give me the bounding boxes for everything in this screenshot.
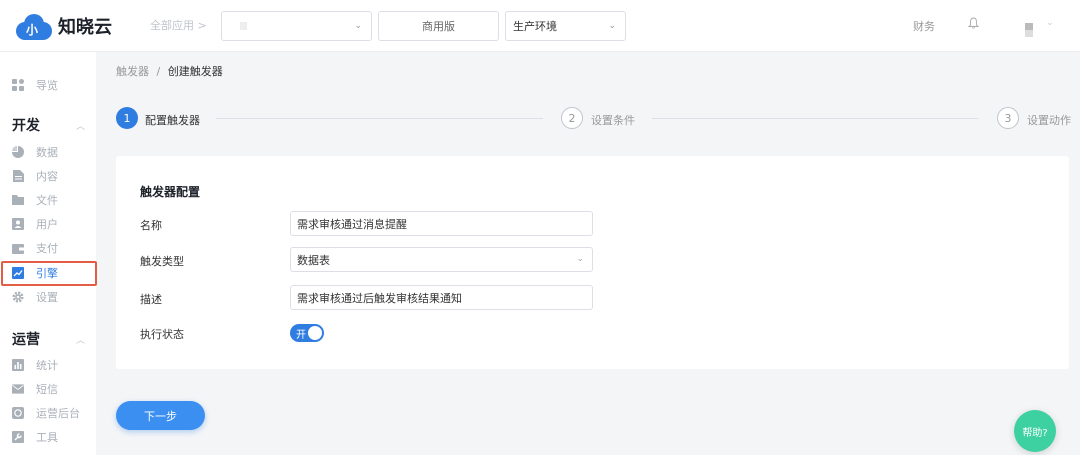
sidebar-item-tools[interactable]: 工具: [0, 425, 96, 449]
group-dev[interactable]: 开发: [12, 115, 40, 135]
bell-icon[interactable]: [968, 17, 979, 29]
document-icon: [12, 170, 24, 182]
name-label: 名称: [140, 219, 162, 232]
logo-text: 知晓云: [58, 17, 112, 38]
card-title: 触发器配置: [140, 185, 201, 199]
sidebar-item-overview[interactable]: 导览: [0, 73, 96, 97]
console-icon: [12, 407, 24, 419]
breadcrumb: 触发器 / 创建触发器: [116, 63, 223, 79]
sidebar-item-sms[interactable]: 短信: [0, 377, 96, 401]
trigger-config-card: 触发器配置 名称 需求审核通过消息提醒 触发类型 数据表 ⌄ 描述 需求审核通过…: [116, 156, 1069, 369]
pie-chart-icon: [12, 146, 24, 158]
sidebar-item-ops-console[interactable]: 运营后台: [0, 401, 96, 425]
sidebar-item-label: 内容: [36, 170, 58, 183]
wrench-icon: [12, 431, 24, 443]
sidebar-item-label: 文件: [36, 194, 58, 207]
name-value: 需求审核通过消息提醒: [297, 217, 407, 231]
environment-value: 生产环境: [513, 20, 557, 33]
avatar[interactable]: [1025, 23, 1033, 37]
bar-chart-icon: [12, 359, 24, 371]
logo-glyph: 小: [26, 23, 39, 37]
mail-icon: [12, 383, 24, 395]
user-icon: [12, 218, 24, 230]
breadcrumb-current: 创建触发器: [167, 65, 223, 78]
sidebar-item-content[interactable]: 内容: [0, 164, 96, 188]
app-select[interactable]: ⌄: [221, 11, 372, 41]
toggle-knob: [308, 326, 322, 340]
status-toggle[interactable]: 开: [290, 324, 324, 342]
chevron-down-icon: ⌄: [354, 21, 362, 31]
sidebar-item-payment[interactable]: 支付: [0, 236, 96, 260]
sidebar-item-label: 运营后台: [36, 407, 80, 420]
step-connector: [652, 118, 978, 119]
folder-icon: [12, 194, 24, 206]
sidebar-item-data[interactable]: 数据: [0, 140, 96, 164]
sidebar-item-files[interactable]: 文件: [0, 188, 96, 212]
sidebar-item-stats[interactable]: 统计: [0, 353, 96, 377]
sidebar-item-label: 导览: [36, 79, 58, 92]
type-label: 触发类型: [140, 255, 184, 268]
chevron-down-icon[interactable]: ⌄: [1046, 18, 1054, 28]
step-2-label: 设置条件: [591, 114, 635, 127]
cloud-logo-icon: 小: [16, 12, 52, 40]
description-value: 需求审核通过后触发审核结果通知: [297, 291, 462, 305]
next-step-button[interactable]: 下一步: [116, 401, 205, 430]
type-value: 数据表: [297, 253, 330, 267]
logo[interactable]: 小 知晓云: [16, 12, 112, 40]
gear-icon: [12, 291, 24, 303]
step-2-circle: 2: [561, 107, 583, 129]
edition-button[interactable]: 商用版: [378, 11, 499, 41]
sidebar-item-label: 短信: [36, 383, 58, 396]
toggle-text: 开: [296, 330, 306, 341]
wallet-icon: [12, 242, 24, 254]
breadcrumb-parent[interactable]: 触发器: [116, 65, 149, 78]
name-input[interactable]: 需求审核通过消息提醒: [290, 211, 593, 236]
description-input[interactable]: 需求审核通过后触发审核结果通知: [290, 285, 593, 310]
environment-select[interactable]: 生产环境 ⌄: [505, 11, 626, 41]
step-3-label: 设置动作: [1027, 114, 1071, 127]
step-3-circle: 3: [997, 107, 1019, 129]
type-select[interactable]: 数据表 ⌄: [290, 247, 593, 272]
top-header: 小 知晓云 全部应用 > ⌄ 商用版 生产环境 ⌄ 财务 ⌄: [0, 0, 1080, 52]
step-connector: [216, 118, 543, 119]
chevron-up-icon[interactable]: ︿: [76, 119, 85, 132]
active-highlight-box: [1, 261, 97, 286]
sidebar-item-label: 设置: [36, 291, 58, 304]
breadcrumb-separator: /: [156, 65, 161, 78]
step-1-circle: 1: [116, 107, 138, 129]
sidebar-item-label: 支付: [36, 242, 58, 255]
group-ops[interactable]: 运营: [12, 329, 40, 349]
sidebar-item-label: 数据: [36, 146, 58, 159]
chevron-up-icon[interactable]: ︿: [76, 333, 85, 346]
description-label: 描述: [140, 293, 162, 306]
grid-icon: [12, 79, 24, 91]
sidebar-item-users[interactable]: 用户: [0, 212, 96, 236]
app-avatar: [240, 22, 247, 30]
finance-link[interactable]: 财务: [913, 18, 935, 34]
sidebar-item-label: 用户: [36, 218, 58, 231]
all-apps-link[interactable]: 全部应用 >: [150, 17, 207, 33]
chevron-down-icon: ⌄: [608, 21, 616, 31]
sidebar-item-settings[interactable]: 设置: [0, 285, 96, 309]
status-label: 执行状态: [140, 328, 184, 341]
help-button[interactable]: 帮助?: [1014, 410, 1056, 452]
sidebar-item-label: 统计: [36, 359, 58, 372]
chevron-down-icon: ⌄: [576, 254, 584, 264]
sidebar-item-label: 工具: [36, 431, 58, 444]
step-1-label: 配置触发器: [145, 114, 200, 127]
